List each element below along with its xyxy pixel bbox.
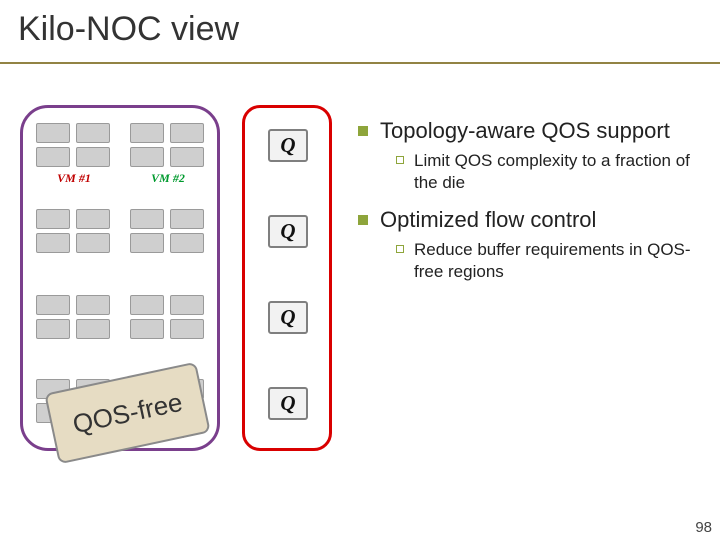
- bullet-text: Topology-aware QOS support: [380, 118, 670, 144]
- tile: [130, 295, 164, 315]
- bullet-hollow-square-icon: [396, 245, 404, 253]
- vm-cell-3: [34, 207, 114, 273]
- bullet-hollow-square-icon: [396, 156, 404, 164]
- q-node: Q: [268, 215, 308, 248]
- tile: [130, 147, 164, 167]
- bullet-text: Optimized flow control: [380, 207, 596, 233]
- tile: [170, 319, 204, 339]
- tile: [36, 147, 70, 167]
- tile: [36, 123, 70, 143]
- bullet-content: Topology-aware QOS support Limit QOS com…: [358, 118, 698, 296]
- tile: [170, 295, 204, 315]
- vm-cell-4: [128, 207, 208, 273]
- tile: [36, 295, 70, 315]
- tile: [130, 319, 164, 339]
- tile: [130, 233, 164, 253]
- q-node: Q: [268, 387, 308, 420]
- q-node: Q: [268, 129, 308, 162]
- tile: [76, 147, 110, 167]
- slide: Kilo-NOC view VM #1 VM #2 Q: [0, 0, 720, 540]
- vm-label: VM #2: [128, 171, 208, 186]
- bullet-level1: Topology-aware QOS support: [358, 118, 698, 144]
- tile: [170, 233, 204, 253]
- tile: [76, 123, 110, 143]
- slide-title: Kilo-NOC view: [18, 10, 239, 49]
- tile: [76, 295, 110, 315]
- tile: [36, 319, 70, 339]
- tile: [36, 233, 70, 253]
- tile: [130, 209, 164, 229]
- page-number: 98: [695, 519, 712, 536]
- tile-grid: [128, 121, 208, 169]
- bullet-level1: Optimized flow control: [358, 207, 698, 233]
- bullet-level2: Limit QOS complexity to a fraction of th…: [396, 150, 698, 193]
- vm-cell-1: VM #1: [34, 121, 114, 187]
- bullet-subtext: Reduce buffer requirements in QOS-free r…: [414, 239, 698, 282]
- vm-label: VM #1: [34, 171, 114, 186]
- vm-cell-6: [128, 293, 208, 359]
- tile: [76, 233, 110, 253]
- tile-grid: [128, 207, 208, 255]
- bullet-square-icon: [358, 126, 368, 136]
- vm-cell-5: [34, 293, 114, 359]
- tile: [170, 147, 204, 167]
- tile-grid: [34, 121, 114, 169]
- bullet-level2: Reduce buffer requirements in QOS-free r…: [396, 239, 698, 282]
- title-underline: [0, 62, 720, 64]
- bullet-subtext: Limit QOS complexity to a fraction of th…: [414, 150, 698, 193]
- tile: [76, 319, 110, 339]
- bullet-square-icon: [358, 215, 368, 225]
- architecture-diagram: VM #1 VM #2 Q: [20, 105, 332, 451]
- vm-cell-2: VM #2: [128, 121, 208, 187]
- tile-grid: [34, 293, 114, 341]
- tile: [170, 209, 204, 229]
- q-node: Q: [268, 301, 308, 334]
- tile: [76, 209, 110, 229]
- tile-grid: [128, 293, 208, 341]
- tile-grid: [34, 207, 114, 255]
- tile: [170, 123, 204, 143]
- tile: [130, 123, 164, 143]
- tile: [36, 209, 70, 229]
